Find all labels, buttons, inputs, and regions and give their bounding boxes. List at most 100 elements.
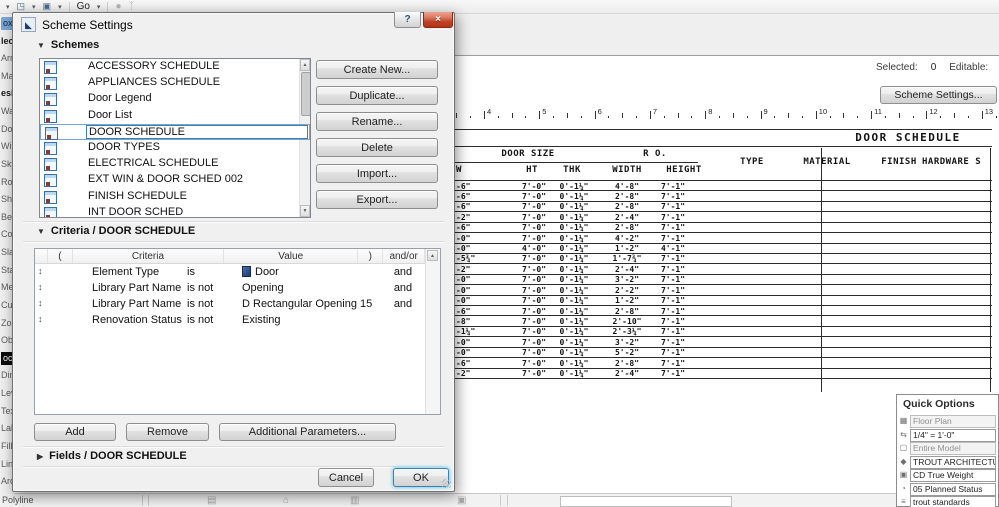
toolbox-item-polyline[interactable]: Polyline — [2, 495, 34, 505]
status-field[interactable] — [560, 496, 732, 507]
quick-options-title: Quick Options — [903, 398, 975, 410]
remove-button[interactable]: Remove — [126, 423, 209, 441]
schemes-list[interactable]: ▲ ▼ ACCESSORY SCHEDULE APPLIANCES SCHEDUL… — [39, 58, 311, 218]
ruler-number: 6 — [597, 107, 602, 116]
rename-button[interactable]: Rename... — [316, 112, 438, 131]
criteria-name[interactable]: Element Type — [92, 266, 159, 278]
scheme-list-item[interactable]: INT DOOR SCHED — [40, 205, 310, 217]
globe-icon[interactable]: ● — [115, 1, 121, 12]
publisher-icon[interactable]: ◳ — [17, 1, 26, 12]
resize-grip[interactable] — [442, 479, 451, 488]
criteria-operator[interactable]: is — [187, 266, 195, 278]
ruler-tick — [967, 116, 969, 118]
renovation-filter-selector[interactable]: 05 Planned Status — [910, 482, 996, 496]
criteria-row[interactable]: ↕ Library Part Name is not D Rectangular Op… — [35, 296, 440, 312]
criteria-row[interactable]: ↕ Element Type is Door and — [35, 264, 440, 280]
criteria-operator[interactable]: is not — [187, 298, 213, 310]
row-sort-handle-icon[interactable]: ↕ — [38, 282, 43, 292]
scheme-list-item[interactable]: ACCESSORY SCHEDULE — [40, 59, 310, 75]
scheme-name-label: Door Legend — [88, 92, 152, 105]
criteria-row[interactable]: ↕ Renovation Status is not Existing — [35, 312, 440, 328]
ruler-tick — [511, 113, 513, 118]
scale-selector[interactable]: 1/4" = 1'-0" — [910, 428, 996, 442]
row-sort-handle-icon[interactable]: ↕ — [38, 266, 43, 276]
criteria-name[interactable]: Library Part Name — [92, 298, 181, 310]
import-button[interactable]: Import... — [316, 164, 438, 183]
scheme-name-label: DOOR TYPES — [88, 141, 160, 153]
row-sort-handle-icon[interactable]: ↕ — [38, 298, 43, 308]
criteria-header-cell: Value — [224, 249, 359, 263]
scheme-list-item[interactable]: DOOR TYPES — [40, 140, 310, 156]
criteria-section-header[interactable]: ▼ Criteria / DOOR SCHEDULE — [37, 225, 195, 237]
criteria-value[interactable]: Door — [255, 266, 279, 278]
scheme-settings-dialog: ◣ Scheme Settings ? × ▼ Schemes ▲ ▼ ACCE… — [12, 12, 455, 492]
quick-option-row: ◆TROUT ARCHITECTUR... — [897, 455, 998, 469]
criteria-name[interactable]: Library Part Name — [92, 282, 181, 294]
criteria-value[interactable]: Existing — [242, 314, 281, 326]
ruler-tick — [815, 111, 817, 119]
status-icon[interactable]: ▣ — [457, 495, 466, 506]
close-button[interactable]: × — [423, 12, 453, 28]
help-button[interactable]: ? — [394, 12, 421, 28]
duplicate-button[interactable]: Duplicate... — [316, 86, 438, 105]
scheme-list-item[interactable]: FINISH SCHEDULE — [40, 189, 310, 205]
pen-set-selector[interactable]: TROUT ARCHITECTUR... — [910, 455, 996, 469]
export-button[interactable]: Export... — [316, 190, 438, 209]
schedule-scheme-icon — [45, 126, 58, 140]
scheme-list-item[interactable]: APPLIANCES SCHEDULE — [40, 75, 310, 91]
go-menu[interactable]: Go — [77, 1, 90, 12]
ok-button[interactable]: OK — [393, 468, 449, 487]
ruler-number: 9 — [763, 107, 768, 116]
scheme-list-item[interactable]: Door Legend — [40, 91, 310, 107]
scheme-list-item[interactable]: DOOR SCHEDULE — [40, 123, 310, 140]
delete-button[interactable]: Delete — [316, 138, 438, 157]
dropdown-caret-icon[interactable]: ▾ — [58, 3, 62, 11]
scheme-list-item[interactable]: EXT WIN & DOOR SCHED 002 — [40, 172, 310, 188]
dropdown-caret-icon[interactable]: ▾ — [32, 3, 36, 11]
criteria-andor[interactable]: and — [391, 282, 415, 294]
status-icon[interactable]: ▤ — [207, 495, 216, 506]
dropdown-caret-icon[interactable]: ▾ — [97, 3, 101, 11]
toolbox-item-fill[interactable]: Fill — [1, 440, 13, 453]
additional-parameters-button[interactable]: Additional Parameters... — [219, 423, 396, 441]
schemes-section-header[interactable]: ▼ Schemes — [37, 39, 99, 51]
layer-combination-selector[interactable]: CD True Weight — [910, 469, 996, 482]
ruler-tick — [857, 116, 859, 118]
criteria-name[interactable]: Renovation Status — [92, 314, 182, 326]
ruler-number: 10 — [818, 107, 828, 116]
dropdown-caret-icon[interactable]: ▾ — [6, 3, 10, 11]
scheme-settings-button[interactable]: Scheme Settings... — [880, 86, 997, 104]
add-button[interactable]: Add — [34, 423, 116, 441]
criteria-value[interactable]: D Rectangular Opening 15 — [242, 298, 372, 310]
criteria-row[interactable]: ↕ Library Part Name is not Opening and — [35, 280, 440, 296]
criteria-table[interactable]: (Criteria Value) and/or ▲ ↕ Element Type is D… — [34, 248, 441, 415]
createnew-button[interactable]: Create New... — [316, 60, 438, 79]
scheme-list-item[interactable]: Door List — [40, 108, 310, 124]
ruler-tick — [580, 116, 582, 118]
cancel-button[interactable]: Cancel — [318, 468, 374, 487]
criteria-value[interactable]: Opening — [242, 282, 284, 294]
favorites-standards-selector[interactable]: trout standards — [910, 496, 996, 507]
view-switch-icon[interactable]: ▣ — [43, 1, 52, 12]
criteria-andor[interactable]: and — [391, 266, 415, 278]
row-sort-handle-icon[interactable]: ↕ — [38, 314, 43, 324]
schedule-scheme-icon — [44, 206, 57, 217]
toolbox-item-ro[interactable]: Ro — [1, 176, 13, 189]
criteria-operator[interactable]: is not — [187, 282, 213, 294]
criteria-operator[interactable]: is not — [187, 314, 213, 326]
door-icon — [242, 266, 251, 277]
scheme-list-item[interactable]: ELECTRICAL SCHEDULE — [40, 156, 310, 172]
status-icon[interactable]: ▥ — [350, 495, 359, 506]
renovation-filter-icon: ◔ — [901, 483, 906, 493]
criteria-andor[interactable]: and — [391, 298, 415, 310]
ruler-tick — [788, 113, 790, 118]
ruler-tick — [995, 116, 997, 118]
status-icon[interactable]: ⌂ — [283, 495, 289, 506]
toolbox-item-do[interactable]: Do — [1, 123, 13, 136]
ruler-tick — [663, 116, 665, 118]
scroll-up-icon[interactable]: ▲ — [427, 250, 438, 261]
walk-person-icon[interactable]: ᛉ — [128, 1, 134, 12]
fields-section-header[interactable]: ▶ Fields / DOOR SCHEDULE — [37, 450, 187, 462]
ruler-tick — [829, 116, 831, 118]
layer-combination-icon: ▣ — [899, 470, 908, 479]
